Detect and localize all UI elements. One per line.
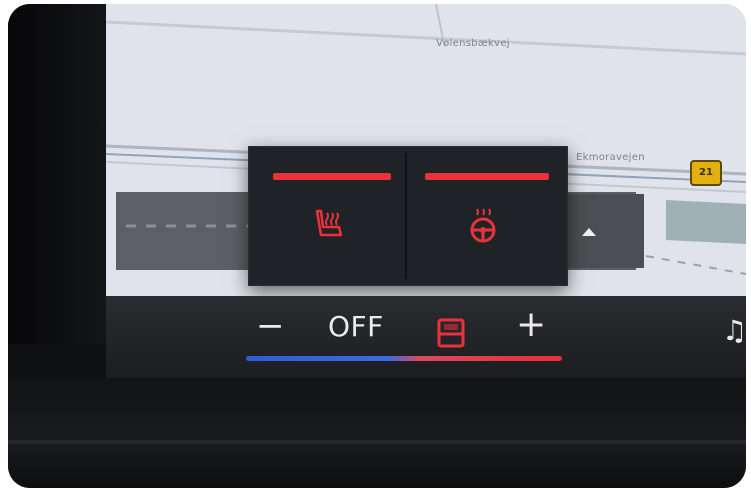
climate-control-bar: − OFF + ♫ bbox=[106, 296, 746, 378]
temperature-slider[interactable] bbox=[246, 356, 562, 361]
chevron-up-icon bbox=[582, 228, 596, 236]
seat-heat-button[interactable] bbox=[249, 147, 405, 285]
display-bezel bbox=[8, 4, 110, 344]
expand-nav-button[interactable] bbox=[556, 194, 644, 268]
steering-heat-level-bar bbox=[425, 173, 549, 180]
street-label-right: Ekmoravejen bbox=[576, 152, 645, 163]
road-number-badge: 21 bbox=[690, 160, 722, 186]
steering-heat-button[interactable] bbox=[407, 147, 567, 285]
seat-heat-shortcut-icon[interactable] bbox=[436, 316, 466, 350]
temperature-plus-button[interactable]: + bbox=[516, 304, 546, 345]
climate-status-label[interactable]: OFF bbox=[328, 310, 384, 343]
temperature-minus-button[interactable]: − bbox=[256, 306, 285, 346]
music-note-icon[interactable]: ♫ bbox=[722, 314, 746, 347]
heating-popup bbox=[248, 146, 568, 286]
street-label-top: Vølensbækvej bbox=[436, 38, 510, 49]
dashboard-trim-line bbox=[8, 440, 746, 444]
dashboard-trim bbox=[8, 378, 746, 488]
seat-heat-level-bar bbox=[273, 173, 391, 180]
car-display-frame: Vølensbækvej Ekmoravejen 21 − OFF + ♫ bbox=[8, 4, 746, 488]
steering-wheel-heater-icon bbox=[470, 208, 496, 243]
seat-heater-icon bbox=[315, 209, 343, 237]
